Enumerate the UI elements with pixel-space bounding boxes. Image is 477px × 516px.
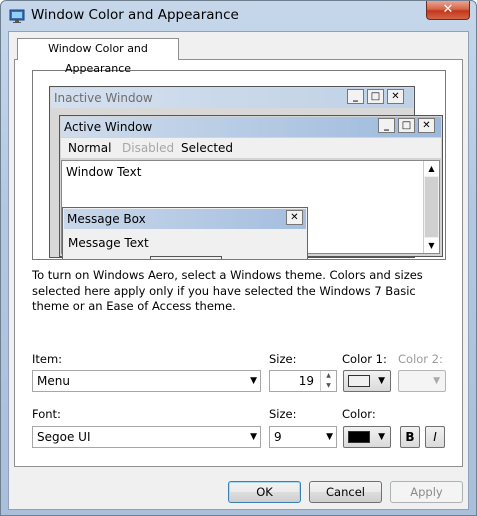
close-window-button[interactable]: ✕ bbox=[426, 1, 470, 20]
chevron-down-icon: ▼ bbox=[250, 432, 257, 442]
italic-button[interactable]: I bbox=[425, 426, 445, 448]
item-dropdown[interactable]: Menu ▼ bbox=[32, 370, 261, 392]
chevron-down-icon: ▼ bbox=[326, 432, 333, 442]
scroll-down-arrow-icon: ▼ bbox=[424, 238, 439, 253]
color1-picker-button[interactable]: ▼ bbox=[343, 370, 391, 392]
tab-panel: Inactive Window _ □ ✕ Active Window _ □ … bbox=[14, 59, 463, 467]
display-settings-icon bbox=[9, 9, 25, 23]
preview-pane[interactable]: Inactive Window _ □ ✕ Active Window _ □ … bbox=[32, 70, 446, 260]
apply-button: Apply bbox=[390, 481, 463, 503]
close-icon: ✕ bbox=[418, 118, 435, 133]
color2-label: Color 2: bbox=[398, 352, 443, 366]
item-size-value: 19 bbox=[298, 374, 314, 388]
menu-item-disabled: Disabled bbox=[122, 141, 175, 155]
dialog-client-area: Window Color and Appearance Inactive Win… bbox=[8, 31, 469, 510]
minimize-icon: _ bbox=[347, 89, 364, 104]
tab-window-color-and-appearance[interactable]: Window Color and Appearance bbox=[17, 38, 179, 75]
color1-label: Color 1: bbox=[342, 352, 387, 366]
ok-button[interactable]: OK bbox=[228, 481, 301, 503]
window-title: Window Color and Appearance bbox=[31, 7, 239, 23]
message-box-title: Message Box bbox=[64, 209, 306, 229]
close-icon: ✕ bbox=[286, 210, 303, 225]
inactive-window-title-text: Inactive Window bbox=[54, 91, 153, 105]
scroll-thumb bbox=[425, 177, 438, 237]
preview-desktop: Inactive Window _ □ ✕ Active Window _ □ … bbox=[33, 71, 445, 259]
cancel-button[interactable]: Cancel bbox=[309, 481, 382, 503]
chevron-down-icon: ▼ bbox=[378, 432, 385, 442]
message-box-ok-button: OK bbox=[150, 256, 222, 259]
maximize-icon: □ bbox=[398, 118, 415, 133]
message-text: Message Text bbox=[68, 236, 149, 250]
font-size-label: Size: bbox=[269, 407, 297, 421]
preview-scrollbar: ▲ ▼ bbox=[423, 161, 439, 253]
message-box-title-text: Message Box bbox=[67, 212, 146, 226]
chevron-down-icon: ▼ bbox=[433, 376, 440, 386]
bold-button[interactable]: B bbox=[400, 426, 420, 448]
active-window-title-text: Active Window bbox=[64, 120, 153, 134]
maximize-icon: □ bbox=[367, 89, 384, 104]
color1-swatch bbox=[348, 375, 370, 387]
font-label: Font: bbox=[32, 407, 61, 421]
spin-arrows-icon[interactable]: ▲ ▼ bbox=[320, 371, 336, 391]
title-bar[interactable]: Window Color and Appearance ✕ bbox=[1, 1, 476, 31]
font-color-picker-button[interactable]: ▼ bbox=[343, 426, 391, 448]
preview-message-box: Message Box ✕ Message Text OK bbox=[62, 207, 308, 259]
dialog-window: Window Color and Appearance ✕ Window Col… bbox=[0, 0, 477, 516]
info-text: To turn on Windows Aero, select a Window… bbox=[32, 268, 423, 313]
preview-menu-bar: Normal Disabled Selected bbox=[61, 138, 441, 158]
menu-item-normal: Normal bbox=[68, 141, 112, 155]
chevron-down-icon: ▼ bbox=[250, 376, 257, 386]
item-size-label: Size: bbox=[269, 352, 297, 366]
font-size-value: 9 bbox=[274, 430, 282, 444]
window-text: Window Text bbox=[66, 165, 142, 179]
chevron-down-icon: ▼ bbox=[378, 376, 385, 386]
font-color-swatch bbox=[348, 431, 370, 443]
menu-item-selected: Selected bbox=[181, 141, 234, 155]
font-dropdown-value: Segoe UI bbox=[37, 430, 91, 444]
minimize-icon: _ bbox=[378, 118, 395, 133]
item-label: Item: bbox=[32, 352, 63, 366]
close-icon: ✕ bbox=[387, 89, 404, 104]
font-size-dropdown[interactable]: 9 ▼ bbox=[269, 426, 337, 448]
color2-picker-button: ▼ bbox=[398, 370, 446, 392]
font-dropdown[interactable]: Segoe UI ▼ bbox=[32, 426, 261, 448]
font-color-label: Color: bbox=[342, 407, 376, 421]
scroll-up-arrow-icon: ▲ bbox=[424, 161, 439, 176]
item-size-stepper[interactable]: 19 ▲ ▼ bbox=[269, 370, 337, 392]
item-dropdown-value: Menu bbox=[37, 374, 70, 388]
